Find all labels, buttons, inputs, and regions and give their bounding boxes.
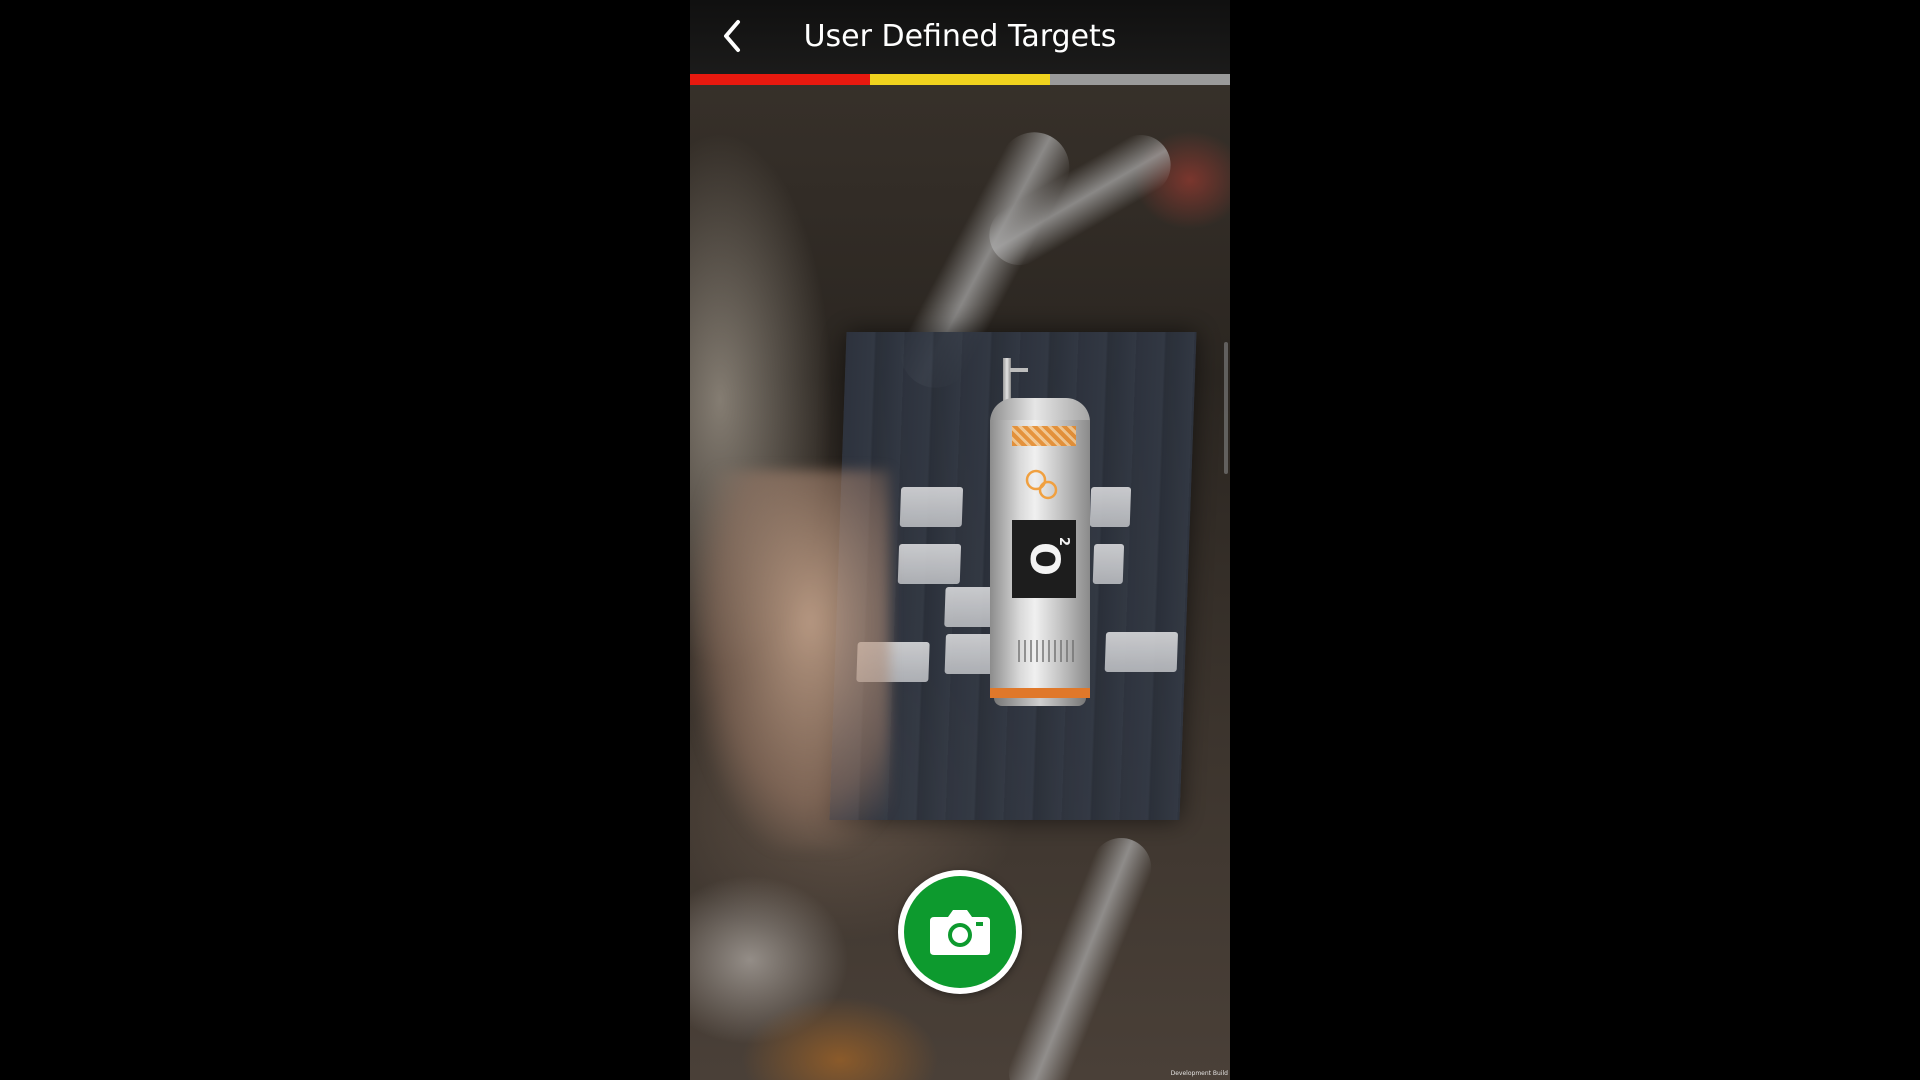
app-header: User Defined Targets: [690, 0, 1230, 74]
canister-barcode: [1018, 640, 1074, 662]
canister-o2-label: O 2: [1012, 520, 1076, 598]
target-tile: [944, 634, 994, 674]
capture-button-fill: [904, 876, 1016, 988]
target-tile: [1104, 632, 1179, 672]
camera-icon: [930, 910, 990, 955]
canister-shoulder: [990, 398, 1090, 422]
quality-segment-high: [1049, 74, 1230, 85]
user-hand: [690, 470, 890, 850]
target-tile: [1092, 544, 1125, 584]
target-tile: [897, 544, 962, 584]
canister-hazard-stripes: [1012, 426, 1076, 446]
canister-label-subscript: 2: [1055, 536, 1071, 547]
target-tile: [1089, 487, 1132, 527]
phone-screen: O 2 User Defined Targets Development Bui…: [690, 0, 1230, 1080]
canister-body: O 2: [990, 420, 1090, 698]
oxygen-canister-3d-model: O 2: [990, 358, 1090, 708]
chevron-left-icon: [724, 20, 740, 52]
canister-label-text: O: [1020, 541, 1067, 577]
capture-target-button[interactable]: [898, 870, 1022, 994]
quality-segment-low: [690, 74, 870, 85]
tracking-quality-bar: [690, 74, 1230, 85]
quality-segment-medium: [869, 74, 1050, 85]
canister-valve: [1003, 358, 1011, 404]
canister-foot: [994, 698, 1086, 706]
scrollbar[interactable]: [1224, 342, 1228, 474]
back-button[interactable]: [712, 16, 752, 56]
development-build-label: Development Build: [1170, 1070, 1228, 1077]
canister-rings-logo: [1025, 469, 1058, 500]
target-tile: [899, 487, 964, 527]
page-title: User Defined Targets: [803, 19, 1117, 54]
canister-valve-arm: [1010, 368, 1028, 372]
canister-orange-band: [990, 688, 1090, 698]
